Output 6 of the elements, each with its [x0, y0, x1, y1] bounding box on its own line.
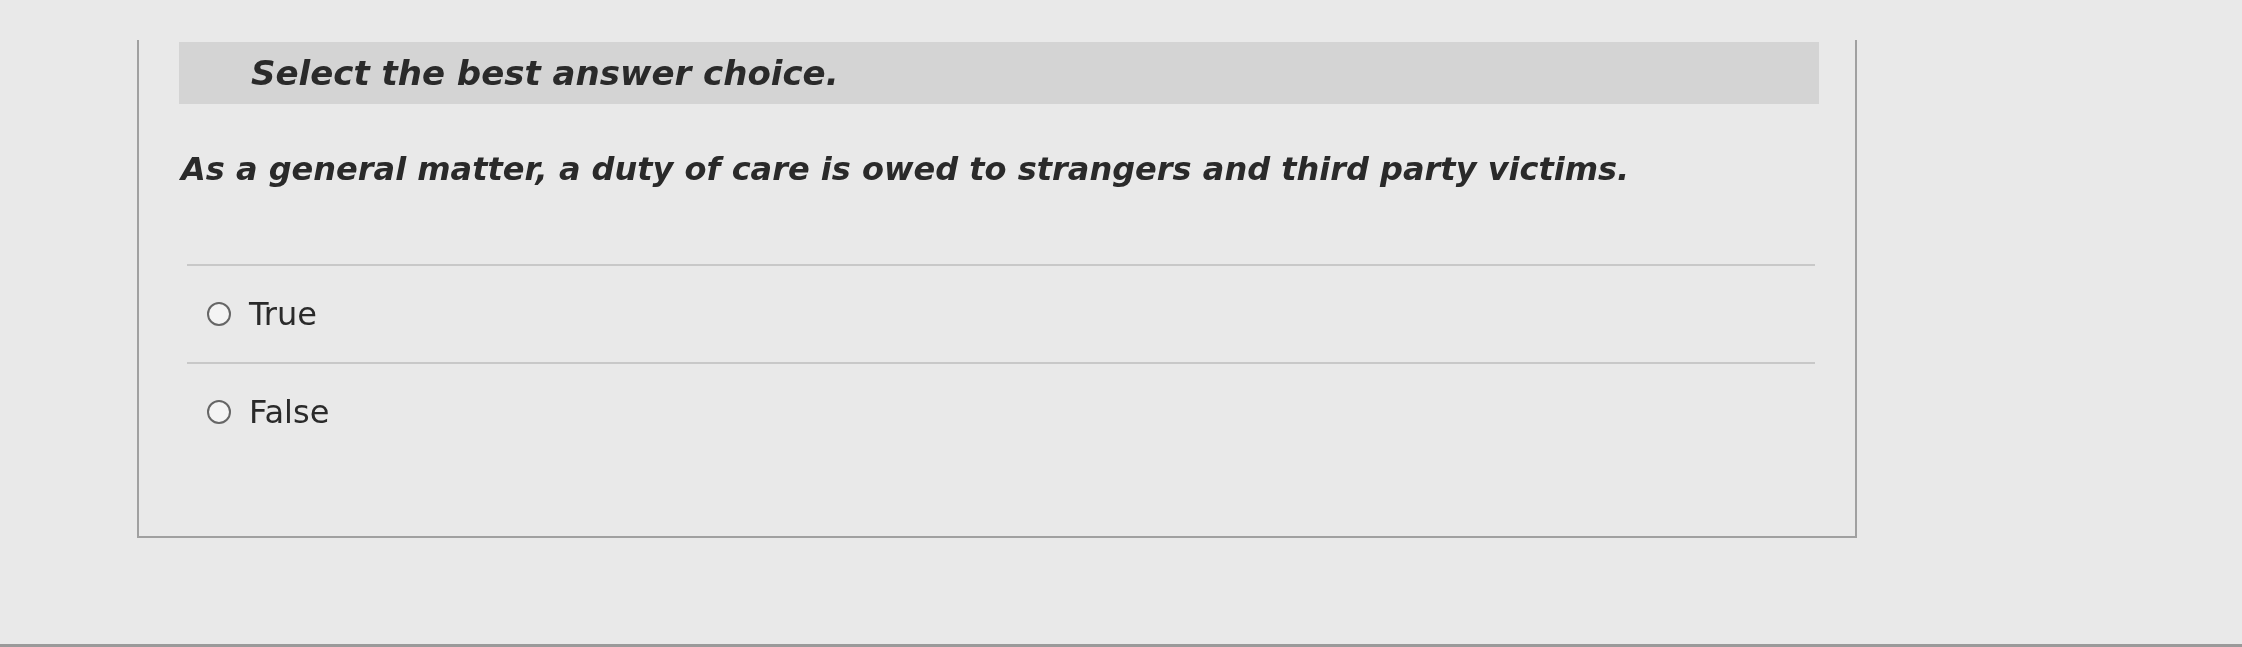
- radio-button[interactable]: [207, 302, 231, 326]
- radio-button[interactable]: [207, 400, 231, 424]
- option-label[interactable]: False: [249, 393, 330, 431]
- instruction-text: Select the best answer choice.: [251, 53, 839, 93]
- option-label[interactable]: True: [249, 295, 317, 333]
- question-text: As a general matter, a duty of care is owed to strangers and third party victims.: [181, 150, 1631, 188]
